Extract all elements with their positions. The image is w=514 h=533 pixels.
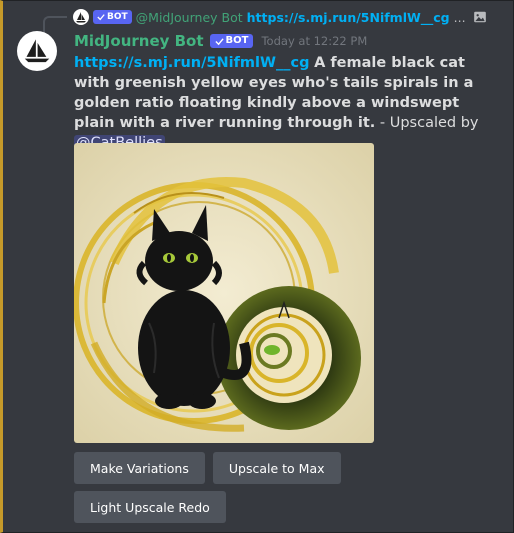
message-content: https://s.mj.run/5NifmlW__cg A female bl… bbox=[74, 53, 494, 153]
attachment-image[interactable] bbox=[74, 143, 374, 443]
reply-reference[interactable]: BOT @MidJourney Bot https://s.mj.run/5Ni… bbox=[43, 7, 488, 27]
image-icon bbox=[472, 10, 488, 24]
username[interactable]: MidJourney Bot bbox=[74, 32, 204, 50]
sailboat-icon bbox=[24, 39, 50, 63]
reply-bot-tag: BOT bbox=[93, 10, 132, 24]
cat-artwork-image bbox=[74, 143, 374, 443]
upscale-to-max-button[interactable]: Upscale to Max bbox=[212, 452, 341, 484]
sailboat-icon bbox=[76, 12, 86, 23]
message-container: BOT @MidJourney Bot https://s.mj.run/5Ni… bbox=[0, 0, 514, 533]
avatar[interactable] bbox=[17, 31, 57, 71]
reply-avatar bbox=[73, 9, 89, 25]
reply-link[interactable]: https://s.mj.run/5NifmlW__cg bbox=[247, 10, 450, 25]
timestamp[interactable]: Today at 12:22 PM bbox=[261, 34, 367, 48]
light-upscale-redo-button[interactable]: Light Upscale Redo bbox=[74, 491, 226, 523]
check-icon bbox=[214, 37, 224, 45]
reply-ellipsis: ... bbox=[453, 9, 466, 25]
bot-tag: BOT bbox=[209, 34, 254, 48]
check-icon bbox=[97, 14, 105, 21]
action-row-2: Light Upscale Redo bbox=[74, 491, 226, 523]
message-header: MidJourney Bot BOT Today at 12:22 PM bbox=[74, 32, 367, 50]
reply-username[interactable]: @MidJourney Bot bbox=[136, 10, 243, 25]
action-row-1: Make Variations Upscale to Max bbox=[74, 452, 341, 484]
upscaled-by-text: - Upscaled by bbox=[375, 115, 479, 131]
make-variations-button[interactable]: Make Variations bbox=[74, 452, 205, 484]
message-link[interactable]: https://s.mj.run/5NifmlW__cg bbox=[74, 55, 309, 71]
